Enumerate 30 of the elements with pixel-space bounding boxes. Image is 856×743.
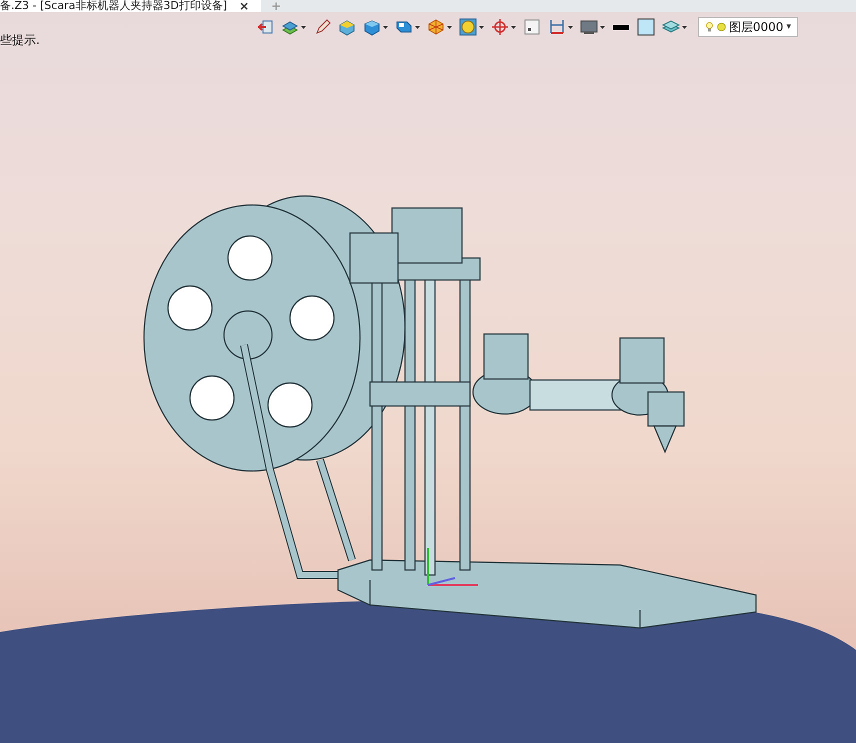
- exit-icon[interactable]: [256, 18, 274, 36]
- layer-dropdown[interactable]: 图层0000 ▾: [698, 17, 798, 37]
- box-icon[interactable]: [338, 18, 356, 36]
- small-window-icon[interactable]: [523, 18, 541, 36]
- dropdown-caret-icon[interactable]: [301, 26, 306, 28]
- light-bulb-icon: [705, 20, 714, 34]
- axis-triad-icon: [427, 548, 478, 586]
- dropdown-caret-icon[interactable]: [415, 26, 420, 28]
- layer-name: 图层0000: [728, 18, 784, 36]
- dropdown-caret-icon[interactable]: [511, 26, 516, 28]
- monitor-icon[interactable]: [580, 18, 598, 36]
- caret-icon[interactable]: ▾: [786, 22, 791, 32]
- dropdown-caret-icon[interactable]: [447, 26, 452, 28]
- circle-view-icon[interactable]: [459, 18, 477, 36]
- fill-color-icon[interactable]: [637, 18, 655, 36]
- dropdown-caret-icon[interactable]: [479, 26, 484, 28]
- tab-title: 备.Z3 - [Scara非标机器人夹持器3D打印设备]: [0, 0, 228, 12]
- polygon-icon[interactable]: [427, 18, 445, 36]
- circle-icon: [716, 20, 726, 34]
- dropdown-caret-icon[interactable]: [600, 26, 605, 28]
- cube-icon[interactable]: [363, 18, 381, 36]
- crosshair-icon[interactable]: [491, 18, 509, 36]
- dropdown-caret-icon[interactable]: [682, 26, 687, 28]
- hint-text: 些提示.: [0, 32, 41, 49]
- pencil-icon[interactable]: [313, 18, 331, 36]
- dimension-icon[interactable]: [548, 18, 566, 36]
- dropdown-caret-icon[interactable]: [568, 26, 573, 28]
- dropdown-caret-icon[interactable]: [383, 26, 388, 28]
- document-tab[interactable]: 备.Z3 - [Scara非标机器人夹持器3D打印设备] ×: [0, 0, 262, 12]
- close-tab-button[interactable]: ×: [235, 0, 254, 12]
